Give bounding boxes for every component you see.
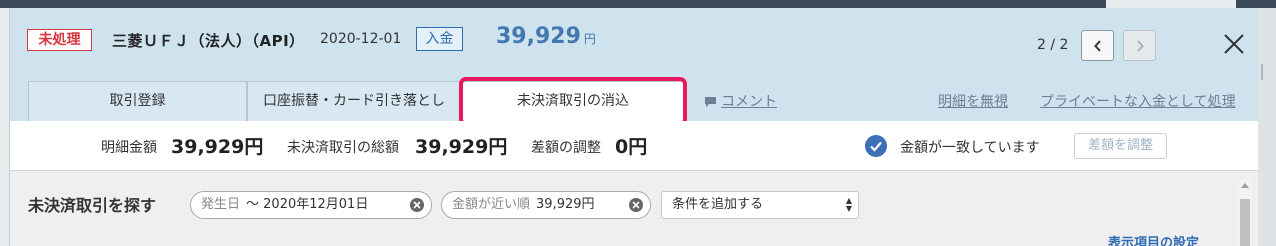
filter-chip-date[interactable]: 発生日〜 2020年12月01日 [190, 191, 432, 219]
pager-indicator: 2 / 2 [1037, 37, 1069, 53]
scrollbar-thumb[interactable] [1240, 199, 1250, 246]
tab-clear-unsettled[interactable]: 未決済取引の消込 [461, 81, 685, 123]
next-button[interactable] [1123, 30, 1156, 61]
display-settings-link[interactable]: 表示項目の設定 [1108, 232, 1199, 246]
filter-chip-value: 〜 2020年12月01日 [246, 197, 369, 212]
ignore-detail-link[interactable]: 明細を無視 [938, 91, 1008, 111]
background-right-strip [1258, 8, 1276, 246]
close-button[interactable] [1223, 33, 1245, 55]
amount-unit: 円 [583, 32, 596, 46]
tab-register-transaction[interactable]: 取引登録 [28, 81, 247, 121]
add-condition-label: 条件を追加する [672, 197, 764, 212]
search-panel-title: 未決済取引を探す [28, 196, 157, 215]
background-search-box [1106, 0, 1236, 8]
previous-button[interactable] [1081, 30, 1114, 61]
account-name: 三菱ＵＦＪ（法人）（API） [112, 32, 305, 50]
reconcile-summary: 明細金額 39,929円 未決済取引の総額 39,929円 差額の調整 0円 金… [10, 121, 1258, 170]
background-left-strip [0, 8, 10, 246]
chevron-right-icon [1136, 40, 1144, 52]
detail-amount-value: 39,929円 [171, 136, 264, 158]
chevron-left-icon [1093, 40, 1101, 52]
adjust-diff-label: 差額の調整 [531, 140, 601, 156]
select-arrows-icon: ▲ ▼ [845, 196, 852, 213]
transaction-amount: 39,929 円 [496, 24, 596, 49]
filter-chip-amount[interactable]: 金額が近い順 39,929円 [441, 191, 651, 219]
tab-account-transfer[interactable]: 口座振替・カード引き落とし [247, 81, 461, 121]
background-app-nav [0, 0, 1276, 8]
add-condition-select[interactable]: 条件を追加する ▲ ▼ [661, 191, 859, 219]
comment-link-label: コメント [721, 94, 777, 110]
transaction-date: 2020-12-01 [320, 31, 402, 47]
filter-chip-value: 39,929円 [536, 197, 595, 212]
transaction-type-badge: 入金 [416, 27, 463, 51]
comment-link[interactable]: コメント [704, 91, 777, 111]
close-icon [1224, 34, 1244, 54]
background-divider [1261, 64, 1273, 80]
status-badge: 未処理 [27, 29, 92, 51]
filter-chip-key: 金額が近い順 [452, 197, 531, 212]
private-deposit-link[interactable]: プライベートな入金として処理 [1040, 91, 1236, 111]
filter-chip-key: 発生日 [201, 197, 241, 212]
unsettled-search-panel: 未決済取引を探す 発生日〜 2020年12月01日 金額が近い順 39,929円 … [10, 170, 1258, 246]
adjust-difference-button[interactable]: 差額を調整 [1074, 133, 1167, 159]
scrollbar[interactable] [1238, 179, 1252, 246]
transaction-modal: 未処理 三菱ＵＦＪ（法人）（API） 2020-12-01 入金 39,929 円… [10, 8, 1258, 246]
check-circle-icon [865, 135, 887, 157]
unsettled-total-value: 39,929円 [415, 136, 508, 158]
unsettled-total-label: 未決済取引の総額 [287, 140, 399, 156]
scroll-up-icon[interactable] [1241, 183, 1249, 188]
comment-icon [705, 97, 716, 107]
adjust-diff-value: 0円 [615, 136, 648, 158]
match-status-text: 金額が一致しています [900, 140, 1040, 156]
amount-value: 39,929 [496, 24, 581, 49]
clear-filter-icon[interactable] [410, 198, 424, 212]
clear-filter-icon[interactable] [629, 198, 643, 212]
modal-header: 未処理 三菱ＵＦＪ（法人）（API） 2020-12-01 入金 39,929 円… [10, 8, 1258, 126]
detail-amount-label: 明細金額 [101, 140, 157, 156]
